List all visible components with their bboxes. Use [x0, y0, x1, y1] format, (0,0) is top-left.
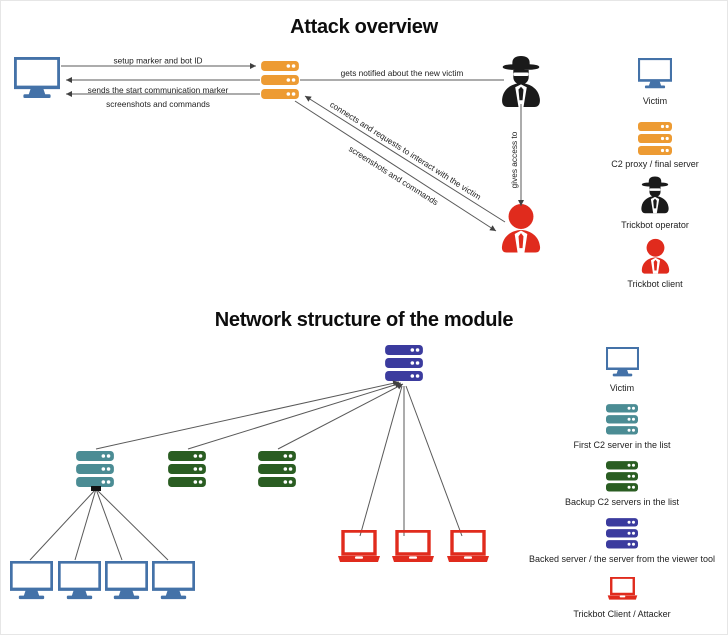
legend-c2-proxy[interactable]: C2 proxy / final server — [611, 122, 699, 169]
legend-victim[interactable]: Victim — [638, 58, 672, 106]
page-border — [0, 0, 728, 635]
c2-server-stack[interactable] — [261, 61, 299, 99]
legend-net-backup-c2[interactable]: Backup C2 servers in the list — [565, 461, 680, 507]
diagram-canvas: Attack overview Network structure of the… — [0, 0, 728, 635]
trickbot-operator-figure[interactable] — [502, 56, 540, 107]
edge-label-gives-access: gives access to — [509, 131, 519, 188]
attacker-laptop-group[interactable] — [337, 530, 490, 564]
legend-trickbot-client-label: Trickbot client — [627, 279, 683, 289]
edge-label-setup-marker: setup marker and bot ID — [113, 56, 202, 66]
edge-connects-requests: connects and requests to interact with t… — [304, 95, 506, 223]
edge-label-gets-notified: gets notified about the new victim — [341, 68, 464, 78]
attack-overview-section: setup marker and bot ID sends the start … — [14, 56, 699, 289]
legend-trickbot-operator[interactable]: Trickbot operator — [621, 176, 689, 231]
legend-net-victim-label: Victim — [610, 383, 634, 393]
legend-net-backup-c2-label: Backup C2 servers in the list — [565, 497, 680, 507]
legend-trickbot-operator-label: Trickbot operator — [621, 220, 689, 230]
network-edges-attackers — [359, 385, 463, 537]
first-c2-server-stack[interactable] — [76, 451, 114, 487]
backup-c2-server-stack-b[interactable] — [258, 451, 296, 487]
legend-trickbot-client[interactable]: Trickbot client — [627, 238, 683, 289]
legend-c2-proxy-label: C2 proxy / final server — [611, 159, 699, 169]
backed-server-stack[interactable] — [385, 345, 423, 381]
victim-monitor-group[interactable] — [10, 561, 195, 600]
legend-net-backed-server-label: Backed server / the server from the view… — [529, 554, 715, 564]
trickbot-client-figure[interactable] — [501, 204, 541, 253]
legend-net-attacker[interactable]: Trickbot Client / Attacker — [573, 577, 671, 619]
network-edges-victims — [29, 486, 169, 561]
victim-monitor[interactable] — [14, 57, 60, 99]
attack-legend: Victim C2 proxy / final server Trickbot … — [611, 58, 699, 289]
edge-label-screenshots-commands-diag: screenshots and commands — [347, 144, 440, 208]
edge-start-comm: sends the start communication marker — [66, 77, 260, 95]
legend-net-backed-server[interactable]: Backed server / the server from the view… — [529, 518, 715, 564]
backup-c2-server-stack-a[interactable] — [168, 451, 206, 487]
edge-label-screenshots-commands-top: screenshots and commands — [106, 99, 210, 109]
edge-screenshots-commands-top: screenshots and commands — [66, 91, 260, 109]
network-edges-servers — [95, 380, 404, 450]
network-structure-section: Victim First C2 server in the list Backu… — [10, 345, 715, 619]
diagram-svg: setup marker and bot ID sends the start … — [0, 0, 728, 635]
edge-gives-access: gives access to — [509, 104, 524, 206]
legend-victim-label: Victim — [643, 96, 667, 106]
legend-net-attacker-label: Trickbot Client / Attacker — [573, 609, 670, 619]
legend-net-victim[interactable]: Victim — [606, 347, 639, 393]
legend-net-first-c2-label: First C2 server in the list — [573, 440, 671, 450]
edge-gets-notified: gets notified about the new victim — [300, 68, 504, 81]
edge-setup-marker: setup marker and bot ID — [61, 56, 256, 69]
edge-screenshots-commands-diag: screenshots and commands — [294, 100, 497, 232]
legend-net-first-c2[interactable]: First C2 server in the list — [573, 404, 671, 450]
network-legend: Victim First C2 server in the list Backu… — [529, 347, 715, 619]
